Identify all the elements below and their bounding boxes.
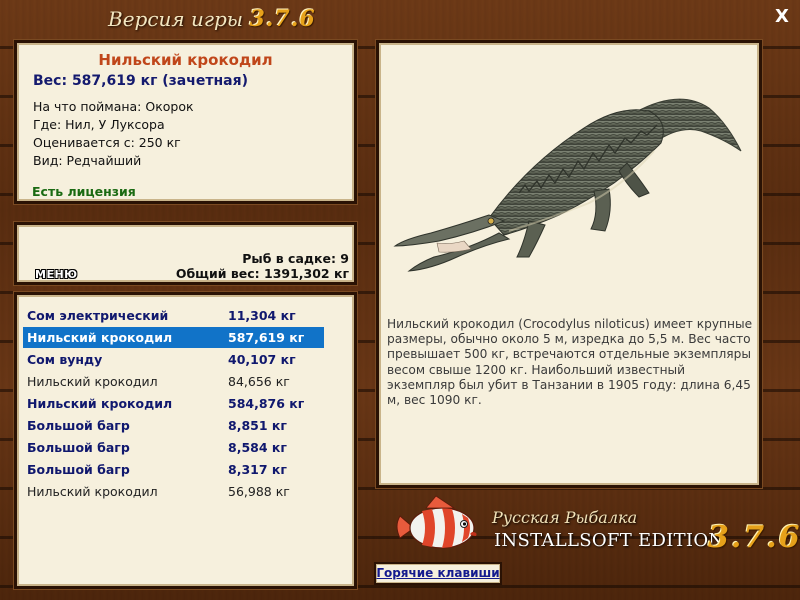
catch-row-name: Сом электрический: [27, 308, 169, 323]
catch-row-weight: 8,584 кг: [228, 440, 287, 455]
catch-row-weight: 587,619 кг: [228, 330, 305, 345]
catch-row-name: Нильский крокодил: [27, 330, 173, 345]
catch-row-weight: 11,304 кг: [228, 308, 296, 323]
license-status: Есть лицензия: [32, 184, 136, 199]
catch-list-row[interactable]: Нильский крокодил 584,876 кг: [23, 393, 324, 414]
fish-species: Вид: Редчайший: [33, 153, 142, 168]
catch-list-panel: Сом электрический 11,304 кг Нильский кроко…: [14, 292, 357, 589]
close-button[interactable]: X: [772, 7, 792, 27]
catch-list-row[interactable]: Нильский крокодил 56,988 кг: [23, 481, 324, 502]
crocodile-image: [393, 98, 742, 272]
logo-fish-icon: [396, 495, 477, 549]
fish-location: Где: Нил, У Луксора: [33, 117, 165, 132]
catch-row-name: Нильский крокодил: [27, 396, 173, 411]
catch-list-row[interactable]: Большой багр 8,317 кг: [23, 459, 324, 480]
brand-version: 3.7.6: [708, 520, 800, 555]
fish-count: Рыб в садке: 9: [242, 251, 349, 266]
brand-edition: INSTALLSOFT EDITION: [494, 530, 725, 551]
catch-row-weight: 584,876 кг: [228, 396, 305, 411]
catch-row-weight: 8,851 кг: [228, 418, 287, 433]
brand-name: Русская Рыбалка: [492, 508, 638, 527]
catch-list-row[interactable]: Сом вунду 40,107 кг: [23, 349, 324, 370]
catch-row-weight: 40,107 кг: [228, 352, 296, 367]
menu-button[interactable]: МЕНЮ: [35, 268, 78, 281]
catch-row-name: Нильский крокодил: [27, 484, 158, 499]
catch-row-weight: 8,317 кг: [228, 462, 287, 477]
fish-image-panel: Нильский крокодил (Crocodylus niloticus)…: [376, 40, 762, 488]
window-title: Версия игры 3.7.6: [108, 6, 316, 36]
catch-row-weight: 56,988 кг: [228, 484, 290, 499]
catch-list-row[interactable]: Нильский крокодил 84,656 кг: [23, 371, 324, 392]
catch-row-name: Сом вунду: [27, 352, 103, 367]
catch-list-row[interactable]: Большой багр 8,584 кг: [23, 437, 324, 458]
fish-valued-from: Оценивается с: 250 кг: [33, 135, 181, 150]
fish-bait: На что поймана: Окорок: [33, 99, 194, 114]
hotkeys-button[interactable]: Горячие клавиши: [374, 562, 502, 585]
fish-description: Нильский крокодил (Crocodylus niloticus)…: [387, 317, 753, 408]
window-title-version: 3.7.6: [249, 6, 316, 32]
fish-info-panel: Нильский крокодил Вес: 587,619 кг (зачет…: [14, 40, 357, 204]
catch-row-name: Большой багр: [27, 418, 130, 433]
catch-list-row[interactable]: Сом электрический 11,304 кг: [23, 305, 324, 326]
catch-row-weight: 84,656 кг: [228, 374, 290, 389]
fish-name: Нильский крокодил: [98, 51, 273, 69]
catch-summary-panel: Рыб в садке: 9 Общий вес: 1391,302 кг МЕ…: [14, 222, 357, 285]
window-title-text: Версия игры: [108, 7, 244, 31]
catch-list-row[interactable]: Нильский крокодил 587,619 кг: [23, 327, 324, 348]
catch-row-name: Большой багр: [27, 462, 130, 477]
fish-weight: Вес: 587,619 кг (зачетная): [33, 73, 248, 89]
catch-row-name: Нильский крокодил: [27, 374, 158, 389]
total-weight: Общий вес: 1391,302 кг: [175, 266, 349, 281]
catch-row-name: Большой багр: [27, 440, 130, 455]
catch-list-row[interactable]: Большой багр 8,851 кг: [23, 415, 324, 436]
